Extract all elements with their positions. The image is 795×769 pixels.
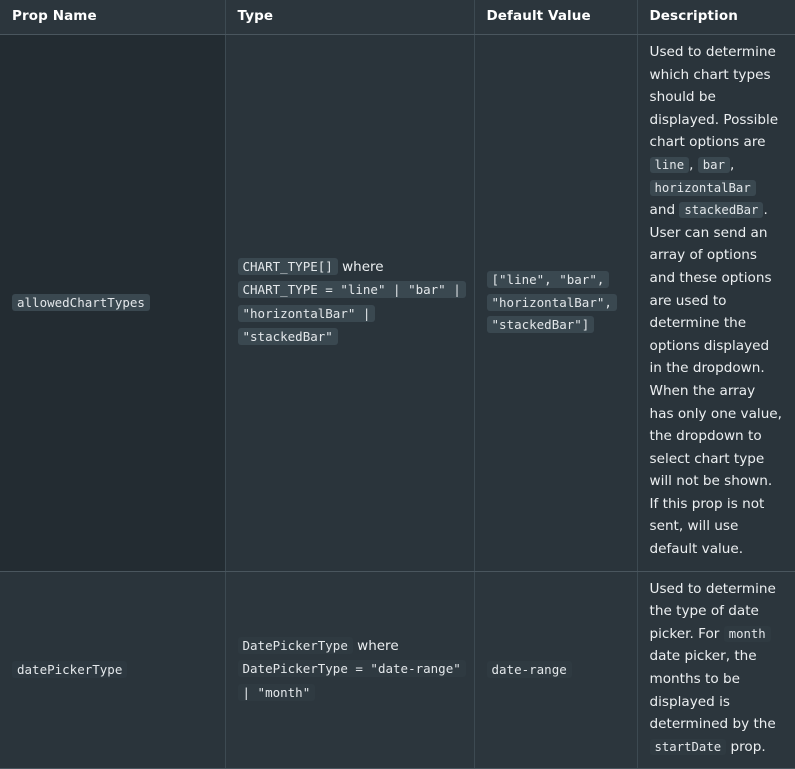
column-header-default-value: Default Value	[474, 0, 638, 35]
type-keyword-where: where	[342, 258, 384, 275]
desc-code-horizontalbar: horizontalBar	[649, 179, 756, 196]
desc-code-stackedbar: stackedBar	[679, 202, 764, 219]
type-content: CHART_TYPE[] where CHART_TYPE = "line" |…	[237, 256, 466, 350]
type-code-primary: DatePickerType	[237, 636, 353, 654]
cell-default-value: date-range	[474, 571, 638, 769]
desc-text-segment: date picker, the months to be displayed …	[649, 648, 776, 733]
desc-text-segment: prop.	[726, 738, 766, 755]
cell-type: CHART_TYPE[] where CHART_TYPE = "line" |…	[225, 34, 475, 572]
description-paragraph: Used to determine the type of date picke…	[649, 578, 784, 759]
default-value-code: ["line", "bar", "horizontalBar", "stacke…	[486, 271, 617, 334]
default-value-code: date-range	[486, 660, 572, 678]
column-header-type: Type	[225, 0, 475, 35]
cell-default-value: ["line", "bar", "horizontalBar", "stacke…	[474, 34, 638, 572]
cell-description: Used to determine the type of date picke…	[637, 571, 795, 769]
prop-name-code: datePickerType	[12, 660, 128, 678]
desc-text-segment: ,	[689, 156, 698, 173]
type-keyword-where: where	[357, 637, 399, 654]
type-code-definition: CHART_TYPE = "line" | "bar" | "horizonta…	[237, 281, 466, 346]
table-body: allowedChartTypes CHART_TYPE[] where CHA…	[0, 34, 795, 769]
props-documentation-table: Prop Name Type Default Value Description…	[0, 0, 795, 769]
desc-code-month: month	[723, 625, 771, 642]
desc-code-line: line	[649, 156, 690, 173]
table-header-row: Prop Name Type Default Value Description	[0, 0, 795, 35]
desc-text-segment: Used to determine which chart types shou…	[649, 44, 779, 151]
table-header: Prop Name Type Default Value Description	[0, 0, 795, 35]
desc-code-startdate: startDate	[649, 738, 727, 755]
desc-code-bar: bar	[697, 156, 730, 173]
description-content: Used to determine which chart types shou…	[649, 41, 784, 561]
table-row: allowedChartTypes CHART_TYPE[] where CHA…	[0, 34, 795, 572]
desc-text-segment: and	[649, 202, 680, 219]
column-header-prop-name: Prop Name	[0, 0, 226, 35]
cell-description: Used to determine which chart types shou…	[637, 34, 795, 572]
cell-prop-name: allowedChartTypes	[0, 34, 226, 572]
cell-type: DatePickerType where DatePickerType = "d…	[225, 571, 475, 769]
cell-prop-name: datePickerType	[0, 571, 226, 769]
type-content: DatePickerType where DatePickerType = "d…	[237, 635, 466, 706]
type-code-primary: CHART_TYPE[]	[237, 257, 338, 275]
table-row: datePickerType DatePickerType where Date…	[0, 571, 795, 769]
column-header-description: Description	[637, 0, 795, 35]
desc-text-segment: . User can send an array of options and …	[649, 202, 783, 490]
description-paragraph-secondary: If this prop is not sent, will use defau…	[649, 495, 765, 558]
description-paragraph: Used to determine which chart types shou…	[649, 41, 784, 493]
prop-name-code: allowedChartTypes	[12, 293, 150, 311]
type-code-definition: DatePickerType = "date-range" | "month"	[237, 660, 466, 701]
description-content: Used to determine the type of date picke…	[649, 578, 784, 759]
desc-text-segment: ,	[730, 156, 735, 173]
